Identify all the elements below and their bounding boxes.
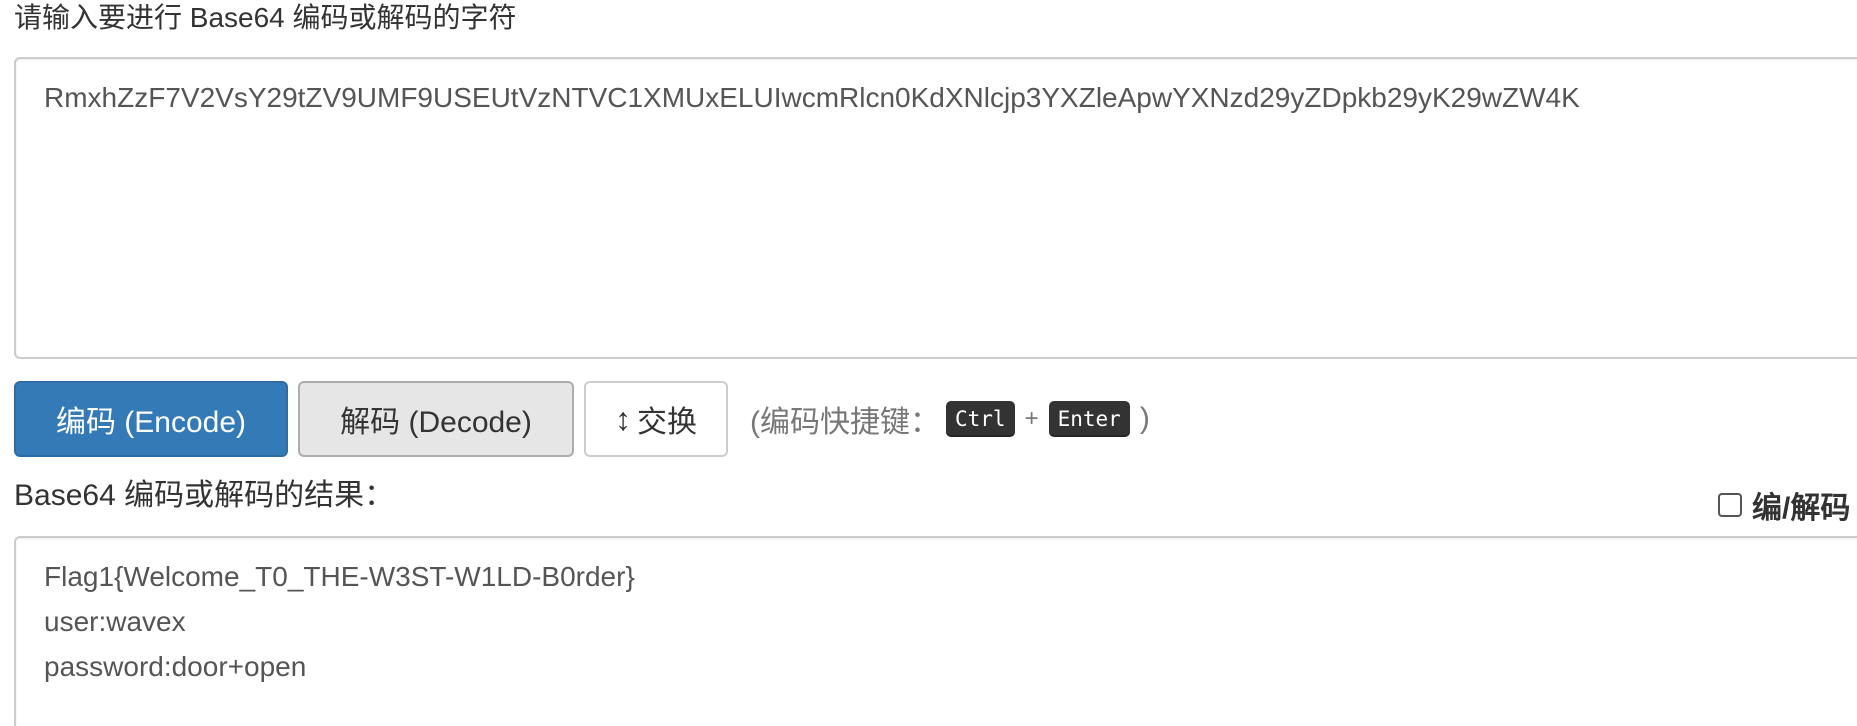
toggle-checkbox[interactable] <box>1718 493 1742 517</box>
swap-button-label: 交换 <box>637 406 697 439</box>
result-line-2: user:wavex <box>44 606 186 637</box>
result-label: Base64 编码或解码的结果： <box>14 479 395 512</box>
shortcut-suffix: ) <box>1139 402 1150 435</box>
shortcut-plus: + <box>1024 405 1039 432</box>
result-line-3: password:door+open <box>44 651 307 682</box>
encode-button[interactable]: 编码 (Encode) <box>14 381 288 457</box>
toggle-label: 编/解码 <box>1752 492 1851 525</box>
shortcut-hint: (编码快捷键： Ctrl + Enter ) <box>750 397 1150 441</box>
swap-arrows-icon: ↕ <box>615 401 631 437</box>
base64-tool-page: 请输入要进行 Base64 编码或解码的字符 RmxhZzF7V2VsY29tZ… <box>0 0 1857 726</box>
encode-decode-toggle[interactable]: 编/解码 <box>1718 483 1850 527</box>
input-textarea[interactable]: RmxhZzF7V2VsY29tZV9UMF9USEUtVzNTVC1XMUxE… <box>14 57 1857 359</box>
result-line-1: Flag1{Welcome_T0_THE-W3ST-W1LD-B0rder} <box>44 561 635 592</box>
ctrl-key: Ctrl <box>946 401 1015 437</box>
decode-button[interactable]: 解码 (Decode) <box>298 381 574 457</box>
result-textarea[interactable]: Flag1{Welcome_T0_THE-W3ST-W1LD-B0rder} u… <box>14 536 1857 726</box>
shortcut-prefix: (编码快捷键： <box>750 406 940 439</box>
enter-key: Enter <box>1048 401 1130 437</box>
action-button-row: 编码 (Encode) 解码 (Decode) ↕ 交换 (编码快捷键： Ctr… <box>14 381 1150 457</box>
swap-button[interactable]: ↕ 交换 <box>584 381 728 457</box>
input-label: 请输入要进行 Base64 编码或解码的字符 <box>14 2 517 33</box>
